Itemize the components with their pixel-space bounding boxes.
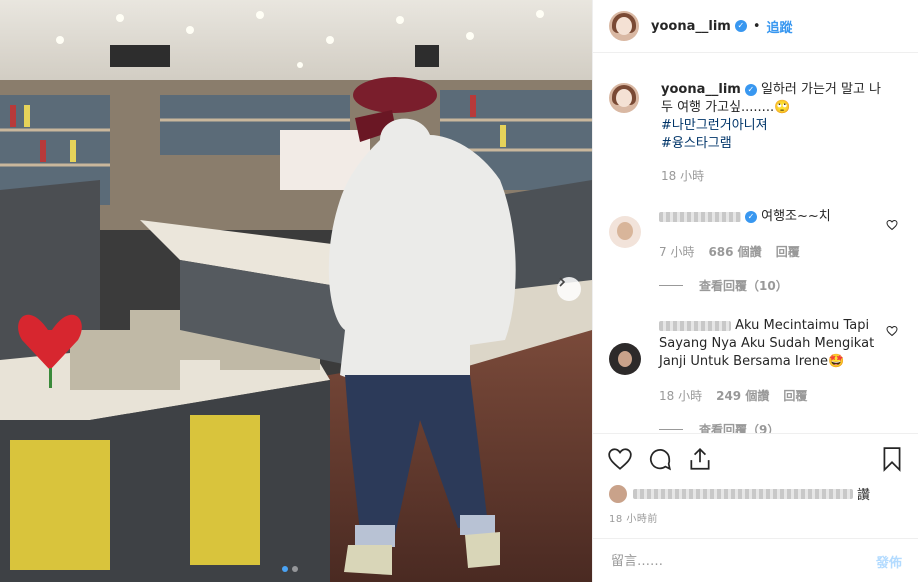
avatar[interactable] [609,11,639,41]
post-side-panel: yoona__lim ✓ • 追蹤 yoona__lim ✓ 일하러 가는거 말고… [592,0,918,582]
comment-meta: 7 小時 686 個讚 回覆 [659,243,800,260]
hashtag-1[interactable]: #나만그런거아니져 [661,118,768,133]
next-photo-button[interactable] [557,277,581,301]
caption-username[interactable]: yoona__lim [661,82,741,97]
comment-time: 7 小時 [659,245,695,259]
blurred-username [659,320,731,331]
post-comment-button[interactable]: 發佈 [876,552,902,571]
bookmark-icon[interactable] [879,446,905,472]
comment-meta: 18 小時 249 個讚 回覆 [659,387,807,404]
comment-text: ✓ 여행조~~치 [659,208,879,226]
heart-icon[interactable] [886,325,898,337]
view-replies-label: 查看回覆（9） [699,423,780,433]
comment-text: Aku Mecintaimu Tapi Sayang Nya Aku Sudah… [659,317,884,371]
comment-body-line-2: Sayang Nya Aku Sudah Mengikat [659,336,875,351]
hashtag-2[interactable]: #융스타그램 [661,136,732,151]
comment-body-line-3: Janji Untuk Bersama Irene🤩 [659,354,845,369]
share-icon[interactable] [687,446,713,472]
likes-summary[interactable]: 讚 [609,484,870,503]
comment-likes[interactable]: 686 個讚 [708,243,761,260]
carousel-dots [282,566,298,572]
verified-icon: ✓ [745,210,757,223]
blurred-likers [633,488,853,499]
carousel-dot-1 [282,566,288,572]
post-modal: yoona__lim ✓ • 追蹤 yoona__lim ✓ 일하러 가는거 말고… [0,0,918,582]
view-replies-button[interactable]: 查看回覆（10） [659,277,788,294]
caption-line-1: 일하러 가는거 말고 나 [760,82,882,97]
caption-time: 18 小時 [661,169,705,183]
comment-avatar[interactable] [609,216,641,248]
verified-icon: ✓ [734,20,747,32]
comment-body: 여행조~~치 [761,209,831,224]
post-header: yoona__lim ✓ • 追蹤 [593,0,918,53]
reply-button[interactable]: 回覆 [776,243,800,260]
caption-line-2: 두 여행 가고싶........🙄 [661,100,791,115]
divider-line [659,285,683,286]
heart-icon[interactable] [607,446,633,472]
username[interactable]: yoona__lim [651,19,731,34]
divider-line [659,429,683,430]
caption-avatar[interactable] [609,83,639,113]
separator-dot: • [752,18,761,34]
post-photo[interactable] [0,0,592,582]
comment-time: 18 小時 [659,389,703,403]
chevron-right-icon [559,277,566,287]
comment-likes[interactable]: 249 個讚 [716,387,769,404]
verified-icon: ✓ [744,83,757,96]
view-replies-button[interactable]: 查看回覆（9） [659,421,779,433]
comment-form: 發佈 [593,538,918,583]
caption-text: yoona__lim ✓ 일하러 가는거 말고 나 두 여행 가고싶.......… [661,81,901,185]
follow-button[interactable]: 追蹤 [767,17,793,36]
comment-input[interactable] [609,552,876,570]
liker-avatar [609,484,627,503]
carousel-dot-2 [292,566,298,572]
reply-button[interactable]: 回覆 [783,387,807,404]
action-bar [593,433,918,484]
bookstore-photo [0,0,592,582]
blurred-username [659,211,741,222]
view-replies-label: 查看回覆（10） [699,279,788,293]
post-timestamp[interactable]: 18 小時前 [609,510,658,525]
comment-icon[interactable] [647,446,673,472]
likes-label: 讚 [857,488,871,503]
comments-list[interactable]: yoona__lim ✓ 일하러 가는거 말고 나 두 여행 가고싶.......… [593,53,918,433]
comment-body-line-1: Aku Mecintaimu Tapi [735,318,870,333]
comment-avatar[interactable] [609,343,641,375]
heart-icon[interactable] [886,219,898,231]
